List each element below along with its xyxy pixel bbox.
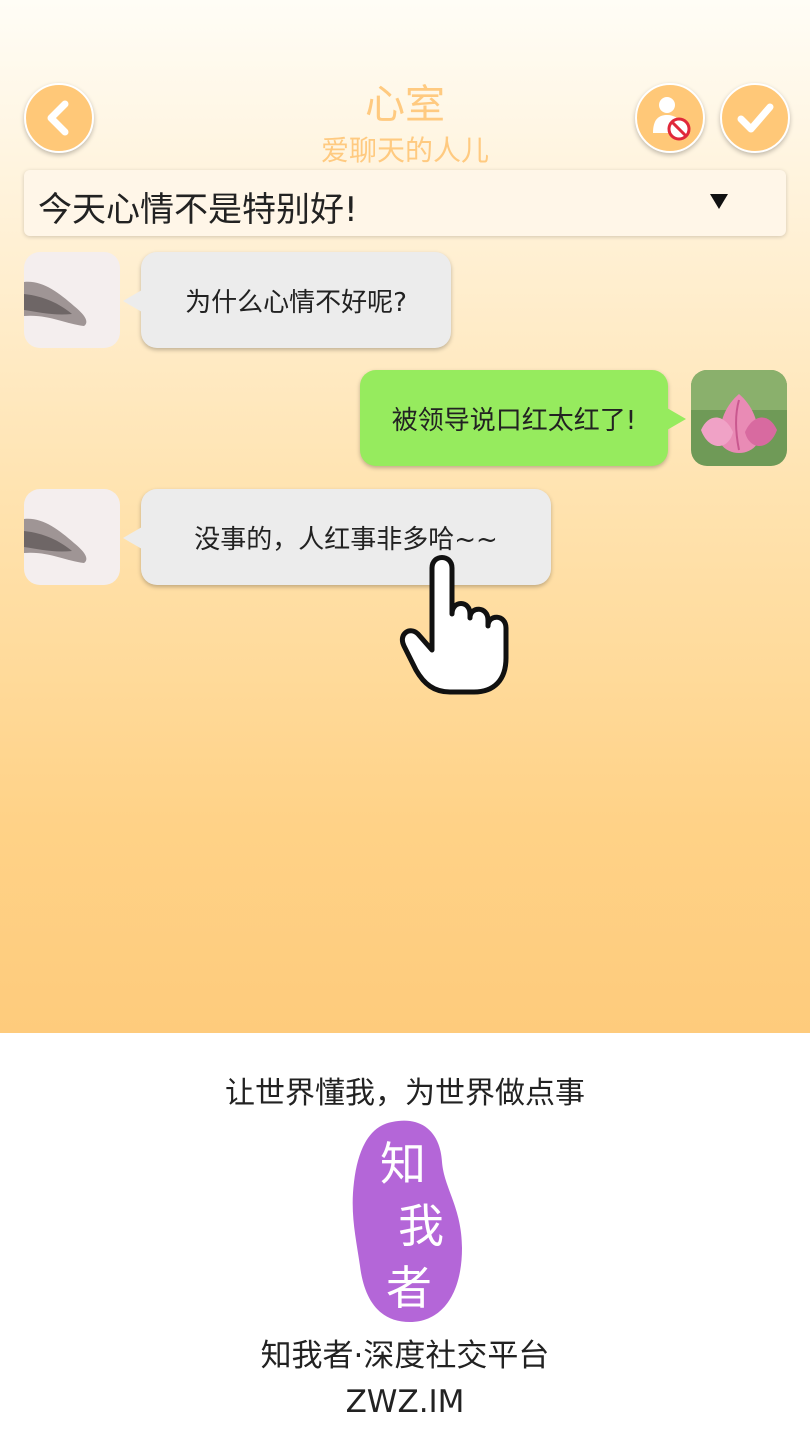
contact-avatar[interactable] <box>24 489 120 585</box>
dropdown-arrow-icon <box>710 194 728 209</box>
footer-url[interactable]: ZWZ.IM <box>0 1384 810 1420</box>
user-blocked-icon <box>653 97 691 141</box>
footer-slogan: 让世界懂我，为世界做点事 <box>225 1076 585 1111</box>
message-text: 被领导说口红太红了! <box>391 405 637 436</box>
zwz-logo: 知 我 者 <box>352 1120 462 1322</box>
confirm-button[interactable] <box>720 83 790 153</box>
contact-avatar[interactable] <box>24 252 120 348</box>
message-bubble[interactable]: 为什么心情不好呢? <box>123 252 451 348</box>
user-avatar[interactable] <box>691 370 787 466</box>
svg-text:我: 我 <box>398 1199 444 1253</box>
block-user-button[interactable] <box>635 83 705 153</box>
pointer-hand-icon <box>400 555 509 695</box>
chat-screen: 心室 爱聊天的人儿 今天心情不是特别好! 为什么心情不好呢? 被领导说口红太红了… <box>0 0 810 1033</box>
mood-select[interactable]: 今天心情不是特别好! <box>24 170 786 236</box>
message-text: 为什么心情不好呢? <box>185 287 407 318</box>
svg-text:者: 者 <box>386 1261 432 1315</box>
svg-text:知: 知 <box>380 1137 426 1191</box>
message-bubble[interactable]: 被领导说口红太红了! <box>360 370 686 466</box>
check-icon <box>737 103 774 133</box>
mood-select-value: 今天心情不是特别好! <box>38 190 358 230</box>
footer-brand: 知我者·深度社交平台 <box>260 1338 550 1374</box>
